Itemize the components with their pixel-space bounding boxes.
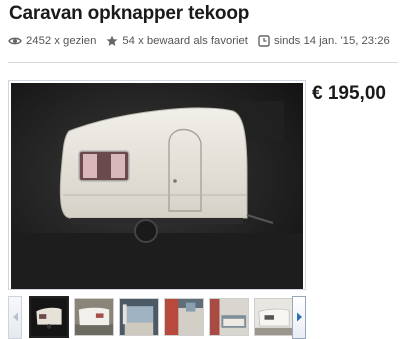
since-stat: sinds 14 jan. '15, 23:26 — [258, 35, 390, 47]
favorites-count: 54 x bewaard als favoriet — [122, 35, 248, 47]
clock-icon — [258, 35, 270, 47]
thumbnail-2[interactable] — [74, 298, 114, 336]
eye-icon — [8, 36, 22, 46]
thumbnail-4[interactable] — [164, 298, 204, 336]
thumbnail-3[interactable] — [119, 298, 159, 336]
thumbnail-5[interactable] — [209, 298, 249, 336]
views-count: 2452 x gezien — [26, 35, 97, 47]
listing-meta: 2452 x gezien 54 x bewaard als favoriet … — [8, 34, 390, 48]
listing-title: Caravan opknapper tekoop — [9, 3, 250, 24]
views-stat: 2452 x gezien — [8, 35, 96, 47]
next-button[interactable] — [292, 296, 306, 339]
thumbnail-6[interactable] — [254, 298, 294, 336]
price: € 195,00 — [312, 83, 386, 104]
chevron-right-icon — [296, 309, 303, 327]
star-icon — [106, 35, 118, 47]
thumbnail-1[interactable] — [29, 296, 69, 338]
favorites-stat: 54 x bewaard als favoriet — [106, 35, 248, 47]
header-divider — [8, 62, 398, 63]
prev-button[interactable] — [8, 296, 22, 339]
main-photo[interactable] — [8, 80, 306, 290]
chevron-left-icon — [12, 309, 19, 327]
thumbnail-strip — [8, 296, 306, 339]
listed-since: sinds 14 jan. '15, 23:26 — [273, 35, 390, 47]
caravan-photo[interactable] — [11, 83, 303, 289]
